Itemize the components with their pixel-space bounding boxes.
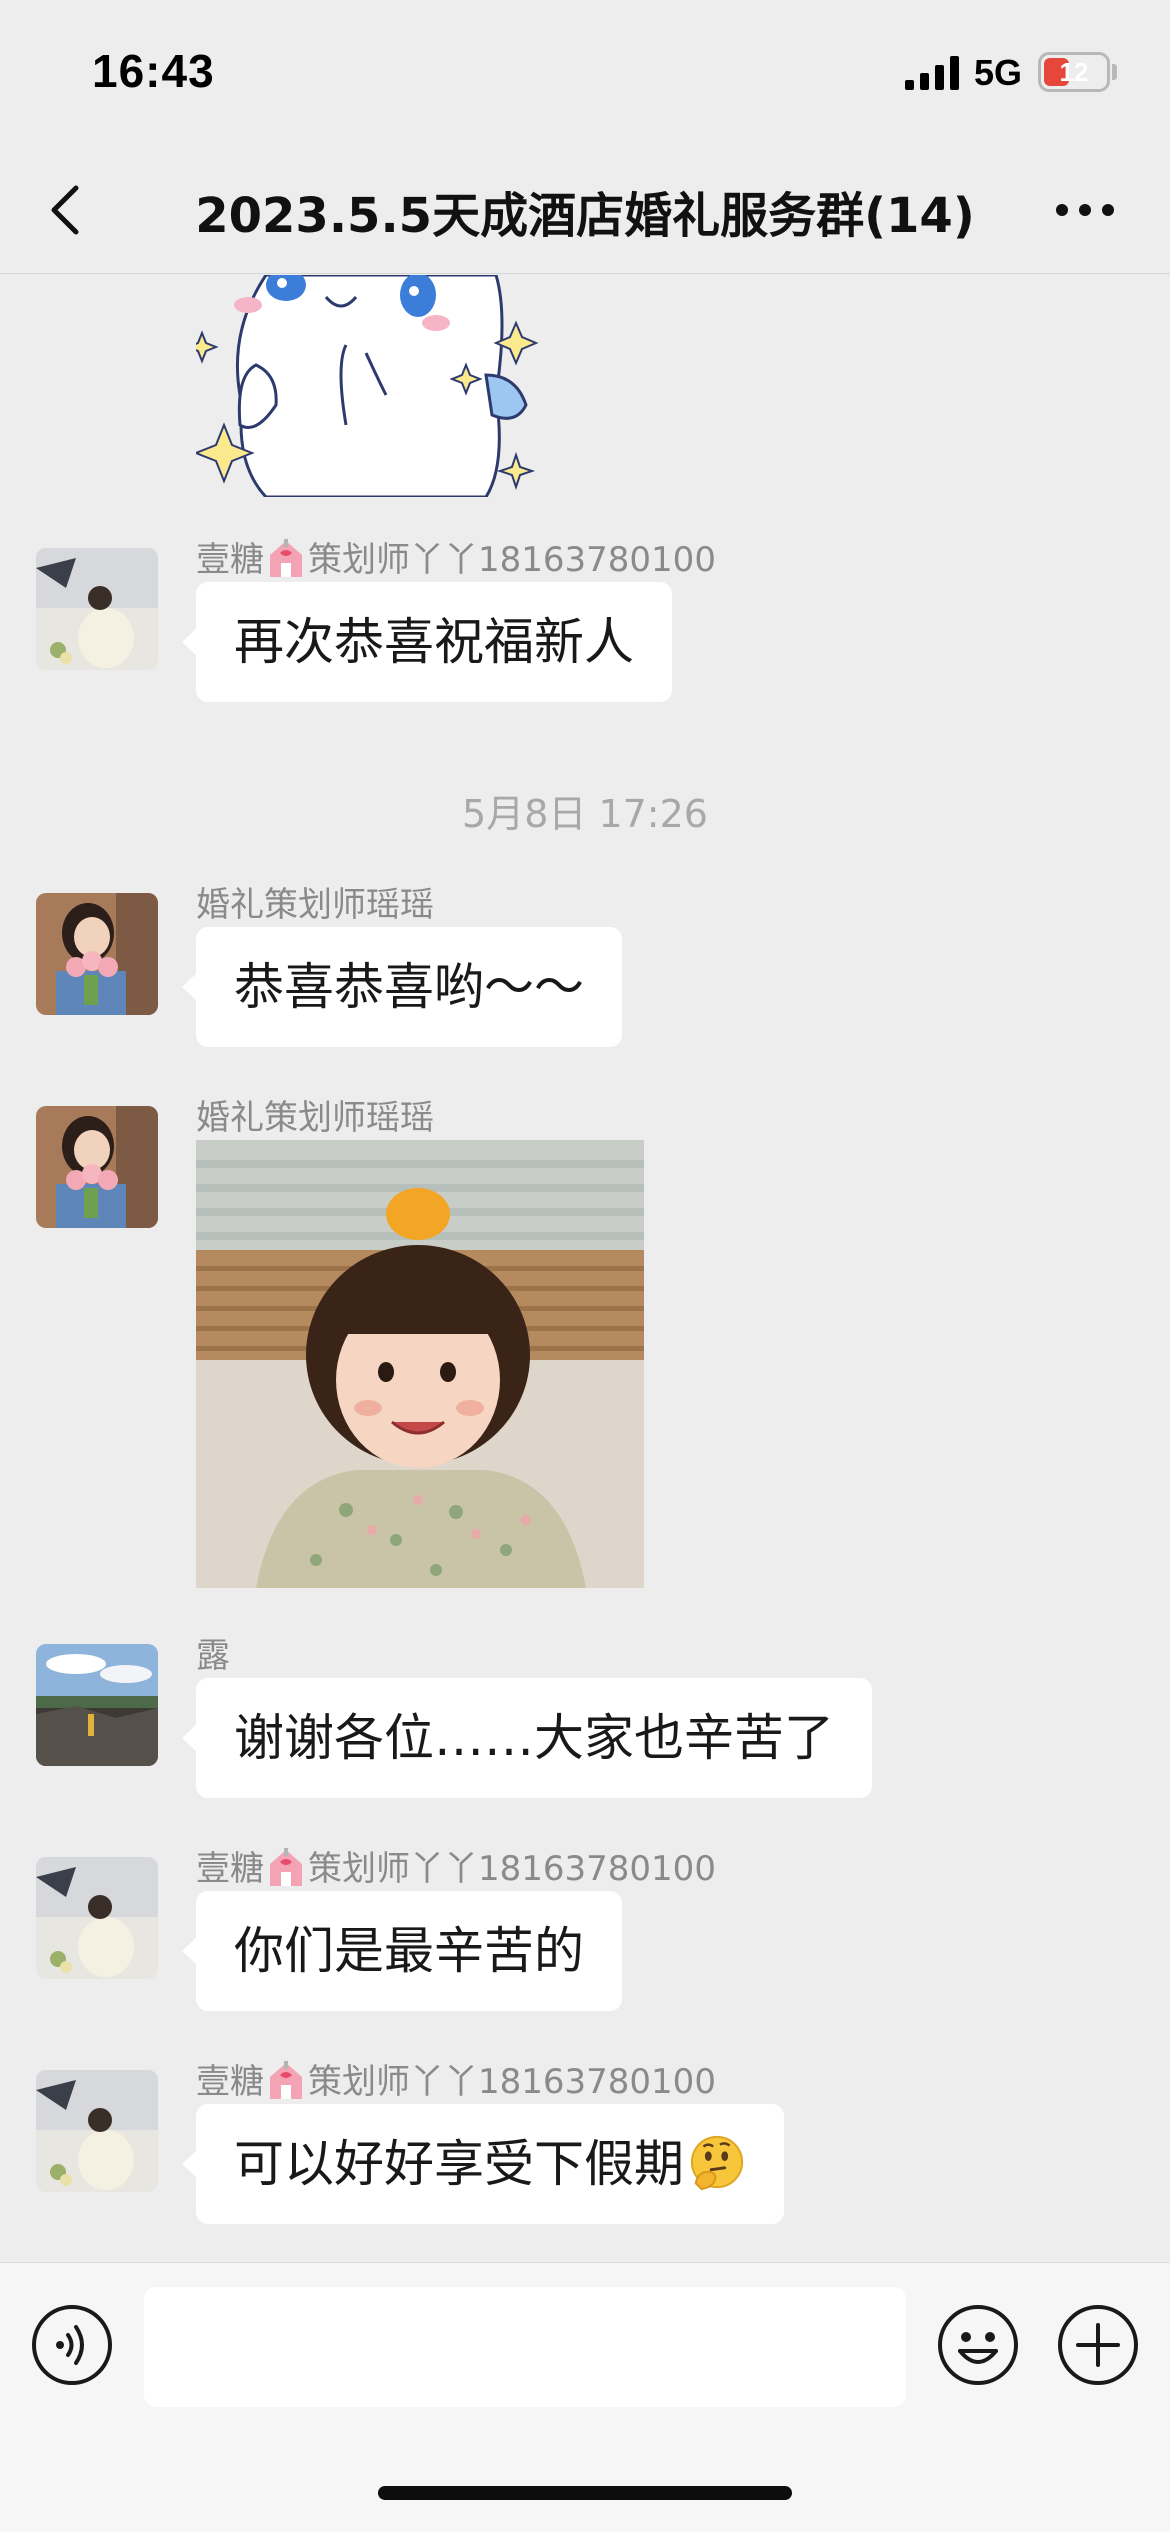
chat-title[interactable]: 2023.5.5天成酒店婚礼服务群(14) bbox=[120, 176, 1050, 246]
sender-name: 壹糖 策划师丫丫18163780100 bbox=[196, 1848, 716, 1889]
message-bubble[interactable]: 恭喜恭喜哟～～ bbox=[182, 927, 622, 1047]
avatar[interactable] bbox=[36, 548, 158, 670]
avatar[interactable] bbox=[36, 893, 158, 1015]
battery-icon: 12 bbox=[1038, 52, 1110, 92]
message-bubble[interactable]: 再次恭喜祝福新人 bbox=[182, 582, 672, 702]
message-input[interactable] bbox=[144, 2287, 906, 2407]
thinking-face-icon bbox=[690, 2135, 744, 2191]
message-bubble[interactable]: 你们是最辛苦的 bbox=[182, 1891, 622, 2011]
sender-name: 壹糖 策划师丫丫18163780100 bbox=[196, 2061, 716, 2102]
battery-nub bbox=[1112, 64, 1117, 80]
message-list[interactable]: 壹糖 策划师丫丫18163780100 再次恭喜祝福新人 5月8日 17:26 婚… bbox=[0, 275, 1170, 2260]
smiley-icon[interactable] bbox=[936, 2303, 1020, 2387]
plus-icon[interactable] bbox=[1056, 2303, 1140, 2387]
sender-name: 婚礼策划师瑶瑶 bbox=[196, 885, 434, 925]
battery-level: 12 bbox=[1059, 57, 1089, 87]
ellipsis-icon[interactable] bbox=[1052, 190, 1118, 230]
message-bubble[interactable]: 谢谢各位……大家也辛苦了 bbox=[182, 1678, 872, 1798]
voice-icon[interactable] bbox=[30, 2303, 114, 2387]
chevron-left-icon[interactable] bbox=[44, 180, 88, 240]
network-label: 5G bbox=[974, 52, 1023, 93]
home-indicator[interactable] bbox=[378, 2486, 792, 2500]
avatar[interactable] bbox=[36, 2070, 158, 2192]
sender-name: 露 bbox=[196, 1636, 230, 1676]
chapel-icon bbox=[270, 1848, 302, 1886]
photo-message[interactable] bbox=[196, 1140, 644, 1588]
message-bubble[interactable]: 可以好好享受下假期 bbox=[182, 2104, 784, 2224]
sticker-image[interactable] bbox=[196, 275, 556, 497]
status-time: 16:43 bbox=[92, 45, 215, 97]
timestamp: 5月8日 17:26 bbox=[462, 792, 708, 836]
sender-name: 婚礼策划师瑶瑶 bbox=[196, 1098, 434, 1138]
status-bar: 16:43 5G 12 bbox=[0, 0, 1170, 150]
avatar[interactable] bbox=[36, 1644, 158, 1766]
chapel-icon bbox=[270, 539, 302, 577]
signal-icon bbox=[905, 56, 959, 90]
sender-name: 壹糖 策划师丫丫18163780100 bbox=[196, 539, 716, 580]
chapel-icon bbox=[270, 2061, 302, 2099]
avatar[interactable] bbox=[36, 1857, 158, 1979]
chat-header: 2023.5.5天成酒店婚礼服务群(14) bbox=[0, 150, 1170, 274]
avatar[interactable] bbox=[36, 1106, 158, 1228]
